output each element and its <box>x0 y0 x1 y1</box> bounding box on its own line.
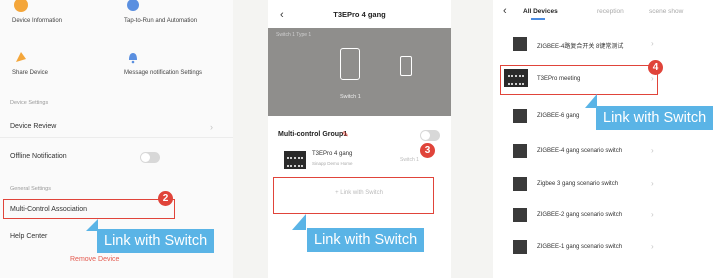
device-list-screen: ‹ All Devices reception scene show ZIGBE… <box>493 0 728 278</box>
device-switch-label: Switch 1 <box>400 157 419 163</box>
link-with-switch-callout: Link with Switch <box>307 228 425 252</box>
tab-bar: ‹ All Devices reception scene show <box>493 0 728 22</box>
header: ‹ T3EPro 4 gang <box>268 0 451 28</box>
device-review-row[interactable]: Device Review › <box>0 116 233 138</box>
tab-all-devices[interactable]: All Devices <box>523 8 558 15</box>
chevron-right-icon: › <box>651 146 654 155</box>
device-row[interactable]: Zigbee 3 gang scenario switch › <box>493 167 728 201</box>
section-device-settings: Device Settings <box>10 100 49 106</box>
link-with-switch-callout: Link with Switch <box>97 229 215 253</box>
chevron-right-icon: › <box>651 242 654 251</box>
tap-to-run-icon <box>127 0 139 11</box>
device-info-icon <box>14 0 28 12</box>
tab-scene-show[interactable]: scene show <box>649 8 683 15</box>
multi-control-screen: ‹ T3EPro 4 gang Switch 1 Type 1 Switch 1… <box>268 0 451 278</box>
chevron-right-icon: › <box>651 39 654 48</box>
highlight-box <box>500 65 658 95</box>
tap-to-run-tile[interactable]: Tap-to-Run and Automation <box>118 0 228 34</box>
device-information-tile[interactable]: Device Information <box>6 0 116 34</box>
device-icon <box>513 109 527 123</box>
device-settings-screen: Device Information Tap-to-Run and Automa… <box>0 0 233 278</box>
device-name: T3EPro 4 gang <box>312 151 353 157</box>
callout-pointer <box>292 214 306 230</box>
link-with-switch-button[interactable]: + Link with Switch <box>298 190 420 196</box>
offline-notification-row: Offline Notification <box>0 146 233 168</box>
highlight-box <box>3 199 175 219</box>
switch-preview: Switch 1 Type 1 Switch 1 <box>268 28 451 116</box>
group-toggle[interactable] <box>420 130 440 141</box>
chevron-right-icon: › <box>651 210 654 219</box>
device-icon <box>513 144 527 158</box>
link-with-switch-callout: Link with Switch <box>596 106 714 130</box>
device-subtitle: Sinapp Demo Home <box>312 161 353 166</box>
device-row[interactable]: ZIGBEE-2 gang scenario switch › <box>493 198 728 232</box>
message-notification-tile[interactable]: Message notification Settings <box>118 48 228 86</box>
page-title: T3EPro 4 gang <box>333 10 386 19</box>
step-badge: 2 <box>158 191 173 206</box>
pencil-icon[interactable]: ✎ <box>342 130 349 139</box>
remove-device-button[interactable]: Remove Device <box>70 256 119 263</box>
switch-device-icon-small <box>400 56 412 76</box>
device-icon <box>513 37 527 51</box>
device-row[interactable]: ZIGBEE-4路复合开关 8键常测试 › <box>493 27 728 61</box>
bell-icon <box>129 53 137 64</box>
device-row[interactable]: ZIGBEE-1 gang scenario switch › <box>493 230 728 264</box>
device-icon <box>513 177 527 191</box>
section-general-settings: General Settings <box>10 186 51 192</box>
group-title: Multi-control Group1 <box>278 131 348 138</box>
chevron-right-icon: › <box>210 122 213 132</box>
step-badge: 3 <box>420 143 435 158</box>
step-badge: 4 <box>648 60 663 75</box>
offline-notification-toggle[interactable] <box>140 152 160 163</box>
back-arrow-icon[interactable]: ‹ <box>503 5 507 17</box>
tab-reception[interactable]: reception <box>597 8 624 15</box>
active-tab-indicator <box>531 18 545 20</box>
switch-thumbnail <box>284 151 306 169</box>
share-device-tile[interactable]: Share Device <box>6 48 116 86</box>
device-icon <box>513 208 527 222</box>
device-row[interactable]: ZIGBEE-4 gang scenario switch › <box>493 134 728 168</box>
chevron-right-icon: › <box>651 179 654 188</box>
switch-device-icon <box>340 48 360 80</box>
share-icon <box>16 52 26 62</box>
device-icon <box>513 240 527 254</box>
